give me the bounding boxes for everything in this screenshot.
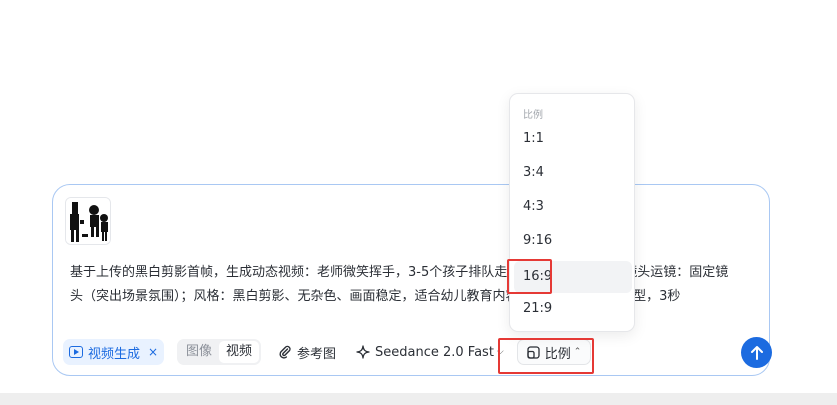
silhouette-image-icon — [66, 198, 110, 244]
aspect-ratio-dropdown: 比例 1:1 3:4 4:3 9:16 16:9 21:9 — [509, 93, 635, 332]
aspect-ratio-label: 比例 — [544, 346, 571, 362]
send-button[interactable] — [741, 337, 772, 368]
video-play-icon — [69, 346, 83, 358]
remove-chip-button[interactable]: × — [148, 345, 158, 359]
uploaded-image-thumbnail[interactable] — [65, 197, 111, 245]
prompt-composer: 基于上传的黑白剪影首帧，生成动态视频：老师微笑挥手，3-5个孩子排队走入教室，动… — [52, 184, 772, 376]
segment-image[interactable]: 图像 — [179, 341, 219, 363]
chevron-down-icon: ⌵ — [496, 347, 504, 357]
model-label: Seedance 2.0 Fast — [375, 344, 494, 360]
paperclip-icon — [279, 345, 291, 359]
chevron-up-icon: ⌃ — [573, 347, 582, 357]
media-type-toggle: 图像 视频 — [177, 339, 261, 365]
model-selector[interactable]: Seedance 2.0 Fast ⌵ — [356, 339, 504, 365]
ratio-option-21-9[interactable]: 21:9 — [514, 293, 632, 325]
video-generation-label: 视频生成 — [88, 346, 141, 362]
ratio-option-1-1[interactable]: 1:1 — [514, 123, 632, 155]
video-generation-chip[interactable]: 视频生成 × — [63, 339, 164, 365]
reference-image-button[interactable]: 参考图 — [278, 339, 336, 365]
ratio-option-4-3[interactable]: 4:3 — [514, 191, 632, 223]
ratio-option-3-4[interactable]: 3:4 — [514, 157, 632, 189]
ratio-option-9-16[interactable]: 9:16 — [514, 225, 632, 257]
aspect-ratio-button[interactable]: 比例 ⌃ — [517, 339, 591, 365]
aspect-ratio-icon — [527, 345, 540, 359]
arrow-up-icon — [750, 345, 763, 360]
composer-toolbar: 视频生成 × 图像 视频 参考图 Seedance 2.0 Fast ⌵ 比例 … — [63, 337, 772, 368]
segment-video[interactable]: 视频 — [219, 341, 259, 363]
reference-image-label: 参考图 — [297, 346, 337, 362]
page: 基于上传的黑白剪影首帧，生成动态视频：老师微笑挥手，3-5个孩子排队走入教室，动… — [0, 0, 837, 405]
bottom-bar — [0, 393, 837, 405]
ratio-option-16-9[interactable]: 16:9 — [514, 261, 632, 293]
sparkle-icon — [356, 345, 370, 359]
dropdown-header: 比例 — [523, 110, 543, 121]
